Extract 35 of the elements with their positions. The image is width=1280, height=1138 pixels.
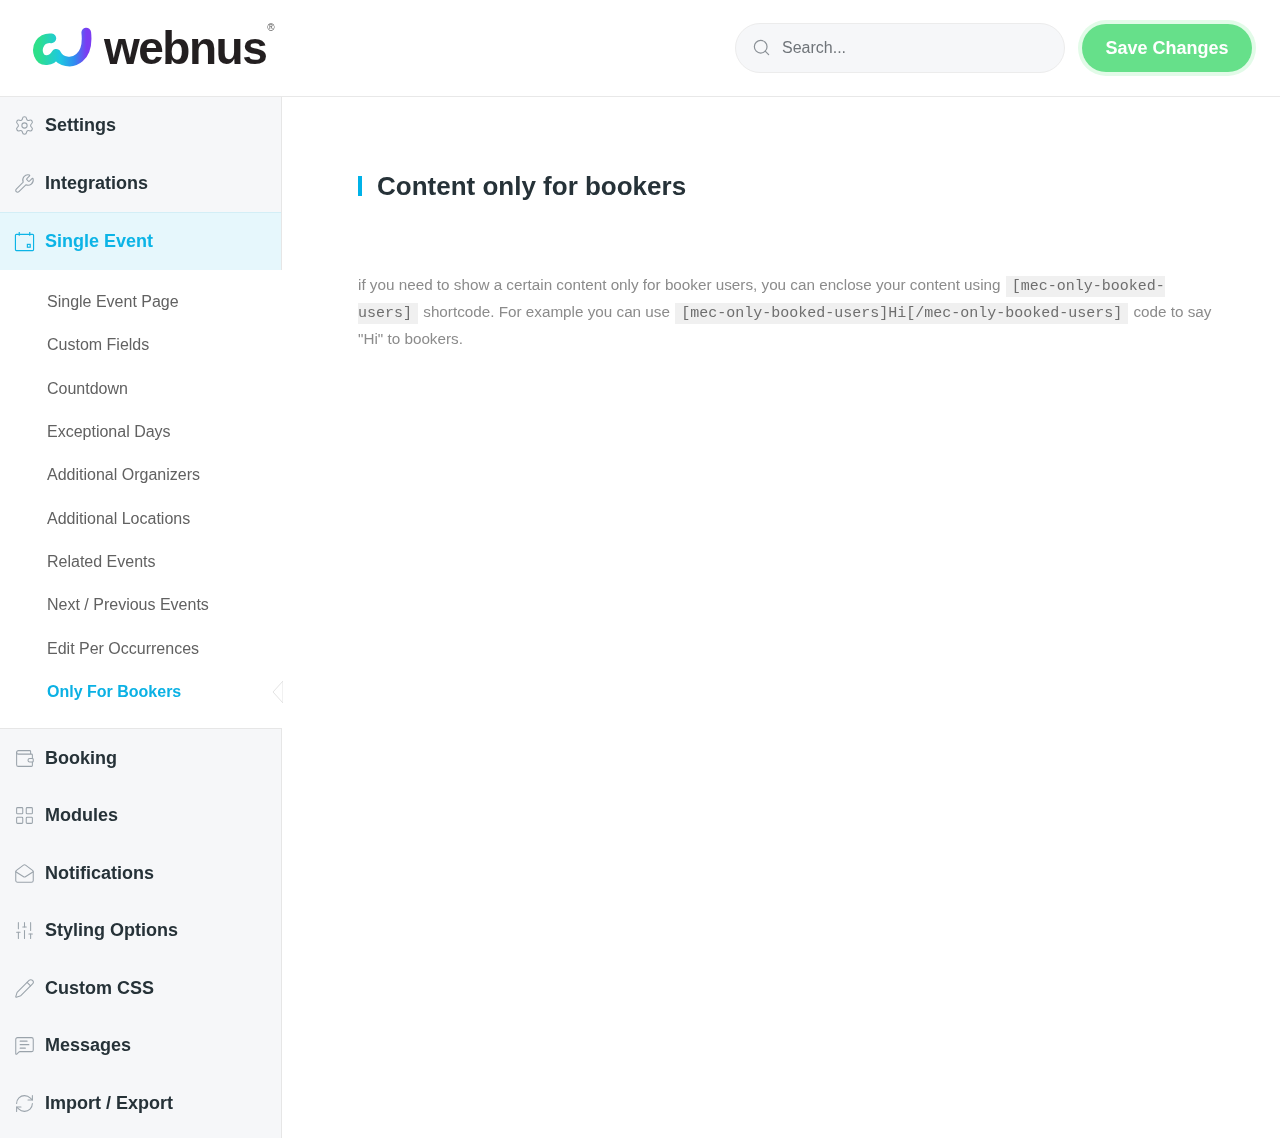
sidebar-item[interactable]: Integrations [0, 154, 281, 212]
grid-icon [14, 805, 35, 827]
sidebar-subitem[interactable]: Custom Fields [0, 323, 282, 368]
sidebar-subitem[interactable]: Edit Per Occurrences [0, 626, 282, 671]
sidebar-item[interactable]: Import / Export [0, 1074, 281, 1132]
logo-wordmark: webnus [104, 25, 267, 71]
sidebar-subitem[interactable]: Exceptional Days [0, 410, 282, 454]
section-title: Content only for bookers [377, 170, 687, 202]
sidebar-subitem[interactable]: Single Event Page [0, 280, 282, 324]
sidebar-subitem[interactable]: Next / Previous Events [0, 583, 282, 627]
sliders-icon [14, 920, 35, 942]
sidebar-item[interactable]: Settings [0, 97, 281, 155]
gear-icon [14, 115, 35, 137]
registered-mark: ® [267, 23, 275, 33]
pencil-icon [14, 977, 35, 999]
wrench-icon [14, 172, 35, 194]
title-accent-bar [358, 176, 362, 196]
sidebar-item[interactable]: Messages [0, 1016, 281, 1075]
envelope-icon [14, 862, 35, 884]
wallet-icon [14, 747, 35, 769]
sidebar-subitem[interactable]: Additional Locations [0, 497, 282, 541]
calendar-icon [14, 230, 35, 252]
sidebar-subitem[interactable]: Countdown [0, 367, 282, 411]
sidebar-subitem[interactable]: Related Events [0, 540, 282, 584]
sidebar-item[interactable]: Modules [0, 786, 281, 845]
sidebar-item[interactable]: Styling Options [0, 901, 281, 960]
sidebar-item[interactable]: Booking [0, 729, 281, 787]
sidebar-item[interactable]: Custom CSS [0, 959, 281, 1017]
message-icon [14, 1035, 35, 1057]
search-field[interactable]: Search... [735, 23, 1065, 73]
search-icon [752, 38, 771, 57]
logo-icon [32, 27, 94, 69]
refresh-icon [14, 1092, 35, 1114]
sidebar-item[interactable]: Notifications [0, 844, 281, 902]
sidebar-subitem[interactable]: Additional Organizers [0, 453, 282, 497]
